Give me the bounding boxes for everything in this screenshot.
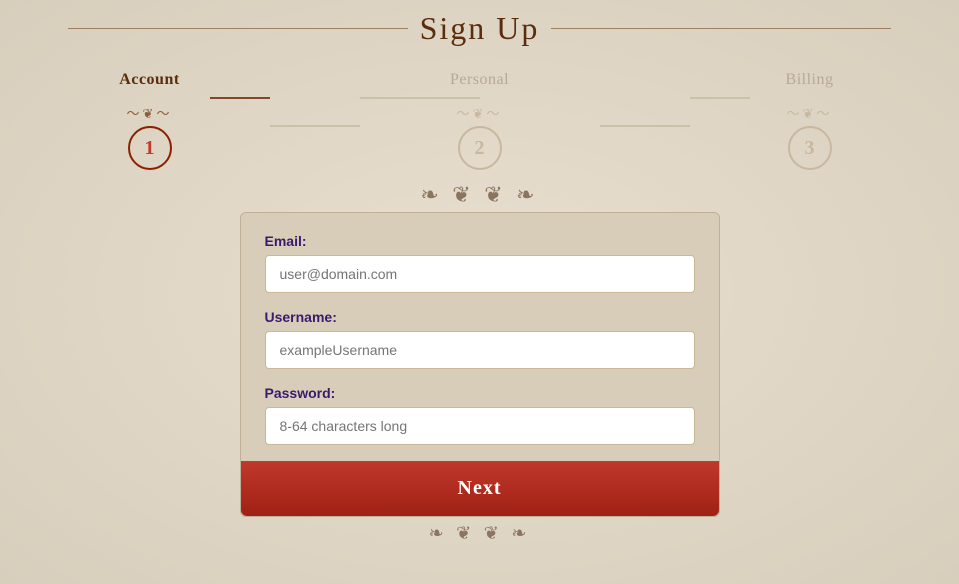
email-group: Email: [265,233,695,293]
step-billing-ornament: 〜❦〜 [787,103,833,122]
step-personal-label: Personal [450,71,509,89]
form-ornament-bottom: ❧ ❦ ❦ ❧ [429,523,531,544]
step-personal-line-area [360,97,600,99]
step-account-ornament: 〜❦〜 [127,103,173,122]
steps-container: Account 〜❦〜 1 Personal 〜❦〜 2 Billing [30,55,930,170]
step-account-circle: 1 [128,126,172,170]
step-personal: Personal 〜❦〜 2 [360,71,600,170]
email-label: Email: [265,233,695,249]
username-label: Username: [265,309,695,325]
email-input[interactable] [265,255,695,293]
step-account-left-line [30,97,210,99]
page-title: Sign Up [420,10,540,47]
form-card: Email: Username: Password: Next [240,212,720,517]
password-group: Password: [265,385,695,445]
title-line-right [551,28,891,29]
step-personal-circle: 2 [458,126,502,170]
step-billing-left-line [690,97,750,99]
connector-1-2 [270,125,360,127]
step-account-right-line [210,97,270,99]
step-billing-right-line [750,97,930,99]
form-ornament-top: ❧ ❦ ❦ ❧ [420,182,538,208]
username-input[interactable] [265,331,695,369]
connector-2-3 [600,125,690,127]
step-account: Account 〜❦〜 1 [30,71,270,170]
step-personal-left-line [360,97,420,99]
step-billing-circle: 3 [788,126,832,170]
step-account-line-area [30,97,270,99]
password-input[interactable] [265,407,695,445]
next-button[interactable]: Next [241,461,719,516]
step-account-label: Account [119,71,179,89]
username-group: Username: [265,309,695,369]
step-personal-ornament: 〜❦〜 [457,103,503,122]
page-title-bar: Sign Up [0,0,959,55]
step-billing-line-area [690,97,930,99]
step-billing: Billing 〜❦〜 3 [690,71,930,170]
step-personal-right-line [420,97,480,99]
password-label: Password: [265,385,695,401]
step-billing-label: Billing [786,71,834,89]
title-line-left [68,28,408,29]
